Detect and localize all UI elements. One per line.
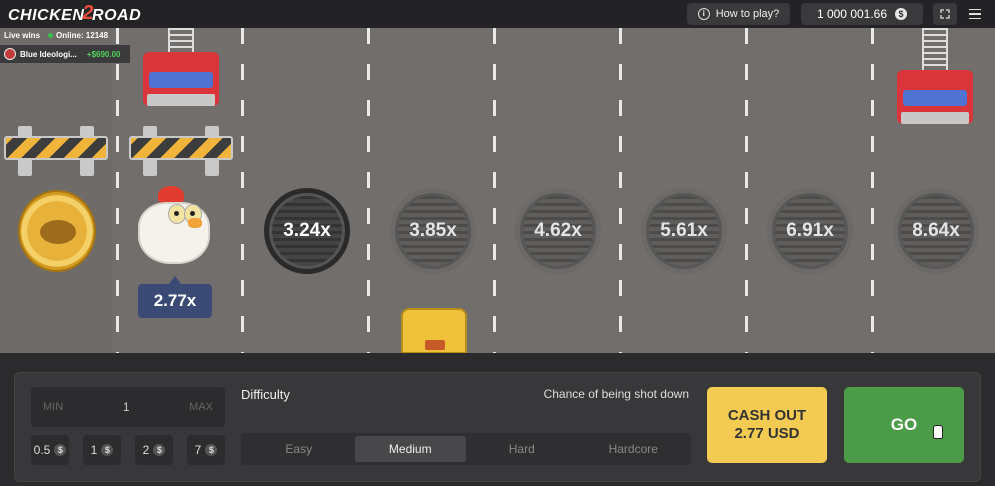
fire-truck xyxy=(143,28,219,106)
car-grille xyxy=(425,340,445,350)
avatar xyxy=(4,48,16,60)
quick-bet-chip[interactable]: 2 $ xyxy=(135,435,173,465)
chip-value: 0.5 xyxy=(33,443,51,457)
dollar-coin-icon: $ xyxy=(54,444,67,456)
logo-text-left: CHICKEN xyxy=(8,6,85,24)
roast-chicken-icon xyxy=(40,220,76,244)
winner-amount: +$690.00 xyxy=(86,49,121,59)
logo: CHICKEN 2 ROAD xyxy=(8,2,142,27)
live-wins-feed: Live wins Online: 12148 Blue Ideologi...… xyxy=(0,28,130,68)
truck-bumper xyxy=(901,112,969,124)
yellow-car xyxy=(401,308,467,353)
chicken-multiplier-badge: 2.77x xyxy=(138,276,212,318)
multiplier-manhole[interactable]: 6.91x xyxy=(767,188,853,274)
lane-divider xyxy=(871,28,874,353)
fullscreen-button[interactable] xyxy=(933,3,957,25)
fire-truck xyxy=(897,28,973,124)
top-bar: CHICKEN 2 ROAD i How to play? 1 000 001.… xyxy=(0,0,995,28)
truck-body xyxy=(143,52,219,106)
how-to-play-button[interactable]: i How to play? xyxy=(687,3,790,25)
lane-divider xyxy=(116,28,119,353)
multiplier-manhole[interactable]: 3.24x xyxy=(264,188,350,274)
barrier-board xyxy=(4,136,108,160)
multiplier-manhole[interactable]: 5.61x xyxy=(641,188,727,274)
truck-ladder xyxy=(922,28,948,70)
chip-value: 2 xyxy=(142,443,150,457)
golden-chicken-coin xyxy=(18,190,96,272)
difficulty-tab-easy[interactable]: Easy xyxy=(243,436,355,462)
go-button[interactable]: GO xyxy=(844,387,964,463)
chip-value: 7 xyxy=(194,443,202,457)
chance-label: Chance of being shot down xyxy=(543,387,689,401)
truck-bumper xyxy=(147,94,215,106)
lane-divider xyxy=(745,28,748,353)
quick-bet-chip[interactable]: 1 $ xyxy=(83,435,121,465)
difficulty-selector: Easy Medium Hard Hardcore xyxy=(241,433,691,465)
difficulty-tab-medium[interactable]: Medium xyxy=(354,436,466,462)
quick-bet-chip[interactable]: 0.5 $ xyxy=(31,435,69,465)
min-bet-button[interactable]: MIN xyxy=(43,401,63,413)
cash-out-amount: 2.77 USD xyxy=(734,425,800,442)
hamburger-icon-line xyxy=(969,8,981,11)
truck-body xyxy=(897,70,973,124)
difficulty-tab-hard[interactable]: Hard xyxy=(466,436,578,462)
quick-bet-chip[interactable]: 7 $ xyxy=(187,435,225,465)
winner-name: Blue Ideologi... xyxy=(20,49,77,59)
mouse-cursor-icon xyxy=(933,425,943,439)
dollar-coin-icon: $ xyxy=(101,444,114,456)
how-to-play-label: How to play? xyxy=(715,8,780,20)
dollar-coin-icon: $ xyxy=(205,444,218,456)
chicken-player xyxy=(134,182,214,270)
logo-number: 2 xyxy=(82,2,95,24)
chicken-beak xyxy=(188,218,202,228)
logo-text-right: ROAD xyxy=(92,6,142,24)
hamburger-icon-line xyxy=(969,17,981,20)
online-count-label: Online: 12148 xyxy=(56,31,109,40)
cash-out-label: CASH OUT xyxy=(727,407,807,424)
lane-divider xyxy=(493,28,496,353)
chip-value: 1 xyxy=(90,443,98,457)
quick-bet-chips: 0.5 $ 1 $ 2 $ 7 $ xyxy=(31,435,227,465)
truck-windshield xyxy=(149,72,213,88)
game-road: 2.77x 3.24x 3.85x 4.62x 5.61x 6.91x 8.64… xyxy=(0,28,995,353)
fullscreen-icon xyxy=(940,9,950,19)
hamburger-icon-line xyxy=(969,13,981,15)
multiplier-manhole[interactable]: 8.64x xyxy=(893,188,979,274)
bet-value[interactable]: 1 xyxy=(123,400,130,414)
cash-out-button[interactable]: CASH OUT 2.77 USD xyxy=(707,387,827,463)
info-icon: i xyxy=(697,8,710,20)
multiplier-manhole[interactable]: 4.62x xyxy=(515,188,601,274)
barrier-board xyxy=(129,136,233,160)
truck-ladder xyxy=(168,28,194,52)
lane-divider xyxy=(367,28,370,353)
online-count: Online: 12148 xyxy=(48,31,108,40)
online-dot-icon xyxy=(48,33,54,38)
lane-divider xyxy=(619,28,622,353)
road-barrier xyxy=(129,126,233,176)
live-win-item: Blue Ideologi... +$690.00 xyxy=(0,45,130,63)
bet-amount-input[interactable]: MIN 1 MAX xyxy=(31,387,225,427)
multiplier-manhole[interactable]: 3.85x xyxy=(390,188,476,274)
road-barrier xyxy=(4,126,108,176)
live-wins-label: Live wins xyxy=(4,31,41,40)
max-bet-button[interactable]: MAX xyxy=(189,401,213,413)
difficulty-label: Difficulty xyxy=(241,387,290,402)
difficulty-tab-hardcore[interactable]: Hardcore xyxy=(578,436,690,462)
balance-value: 1 000 001.66 xyxy=(816,7,888,21)
dollar-coin-icon: $ xyxy=(153,444,166,456)
lane-divider xyxy=(241,28,244,353)
control-panel: MIN 1 MAX 0.5 $ 1 $ 2 $ 7 $ Difficulty C… xyxy=(14,372,981,482)
menu-button[interactable] xyxy=(965,5,985,23)
balance-display: 1 000 001.66 $ xyxy=(801,3,923,25)
truck-windshield xyxy=(903,90,967,106)
dollar-coin-icon: $ xyxy=(895,8,908,20)
